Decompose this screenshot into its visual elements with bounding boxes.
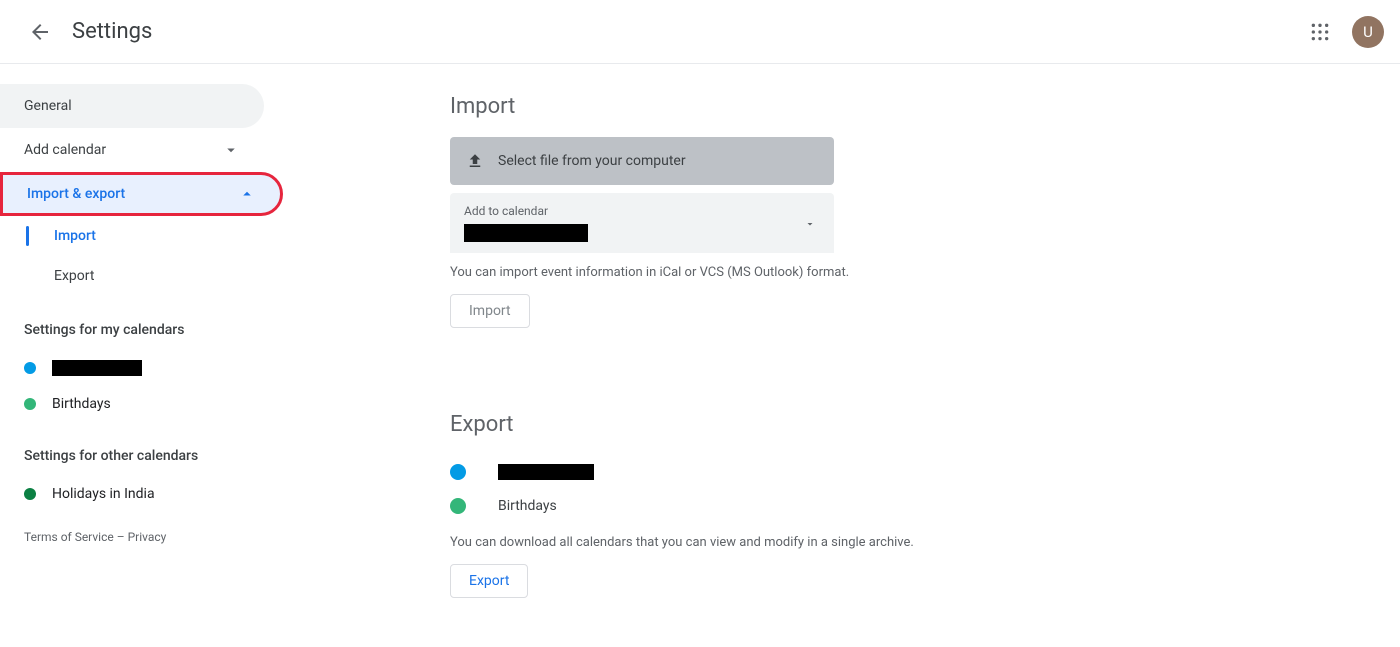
dropdown-arrow-icon: [804, 215, 816, 234]
sidebar: General Add calendar Import & export Imp…: [0, 64, 280, 647]
calendar-color-dot: [24, 362, 36, 374]
export-calendar-birthdays: Birthdays: [450, 489, 1360, 523]
sidebar-item-add-calendar[interactable]: Add calendar: [0, 128, 264, 172]
export-section: Export Birthdays You can download all ca…: [450, 412, 1360, 598]
import-hint: You can import event information in iCal…: [450, 265, 1360, 280]
export-title: Export: [450, 412, 1360, 437]
import-button[interactable]: Import: [450, 294, 530, 328]
calendar-label-redacted: [52, 360, 142, 376]
calendar-color-dot: [450, 498, 466, 514]
export-button[interactable]: Export: [450, 564, 528, 598]
sidebar-calendar-holidays[interactable]: Holidays in India: [0, 476, 280, 512]
footer-separator: –: [114, 530, 128, 544]
calendar-label: Birthdays: [52, 396, 111, 412]
sidebar-subitem-import[interactable]: Import: [0, 216, 280, 256]
chevron-up-icon: [238, 185, 256, 203]
dropdown-label: Add to calendar: [464, 204, 820, 218]
select-file-label: Select file from your computer: [498, 153, 686, 169]
link-terms[interactable]: Terms of Service: [24, 530, 114, 544]
back-button[interactable]: [20, 12, 60, 52]
calendar-label-redacted: [498, 464, 594, 480]
export-hint: You can download all calendars that you …: [450, 535, 1360, 550]
sidebar-item-label: Export: [54, 268, 94, 284]
sidebar-subitem-export[interactable]: Export: [0, 256, 280, 296]
arrow-left-icon: [28, 20, 52, 44]
chevron-down-icon: [222, 141, 240, 159]
sidebar-item-label: Import: [54, 228, 96, 244]
calendar-label: Birthdays: [498, 498, 557, 514]
calendar-color-dot: [24, 398, 36, 410]
sidebar-item-label: General: [24, 98, 72, 114]
sidebar-calendar-birthdays[interactable]: Birthdays: [0, 386, 280, 422]
content: General Add calendar Import & export Imp…: [0, 64, 1400, 647]
page-title: Settings: [72, 19, 152, 44]
header-left: Settings: [20, 12, 152, 52]
calendar-color-dot: [450, 464, 466, 480]
import-title: Import: [450, 94, 1360, 119]
sidebar-heading-my-calendars: Settings for my calendars: [0, 296, 280, 350]
apps-grid-icon: [1310, 22, 1330, 42]
sidebar-item-general[interactable]: General: [0, 84, 264, 128]
main: Import Select file from your computer Ad…: [280, 64, 1400, 647]
footer: Terms of Service – Privacy: [0, 512, 280, 562]
calendar-label: Holidays in India: [52, 486, 155, 502]
sidebar-item-label: Add calendar: [24, 142, 106, 158]
export-calendar-primary: [450, 455, 1360, 489]
calendar-color-dot: [24, 488, 36, 500]
select-file-button[interactable]: Select file from your computer: [450, 137, 834, 185]
header-right: U: [1300, 12, 1384, 52]
avatar[interactable]: U: [1352, 16, 1384, 48]
header: Settings U: [0, 0, 1400, 64]
upload-icon: [466, 152, 484, 170]
link-privacy[interactable]: Privacy: [128, 530, 167, 544]
dropdown-value-redacted: [464, 224, 588, 242]
apps-button[interactable]: [1300, 12, 1340, 52]
add-to-calendar-dropdown[interactable]: Add to calendar: [450, 193, 834, 253]
sidebar-calendar-primary[interactable]: [0, 350, 280, 386]
sidebar-item-label: Import & export: [27, 186, 125, 202]
import-section: Import Select file from your computer Ad…: [450, 94, 1360, 328]
sidebar-heading-other-calendars: Settings for other calendars: [0, 422, 280, 476]
sidebar-item-import-export[interactable]: Import & export: [0, 172, 283, 216]
